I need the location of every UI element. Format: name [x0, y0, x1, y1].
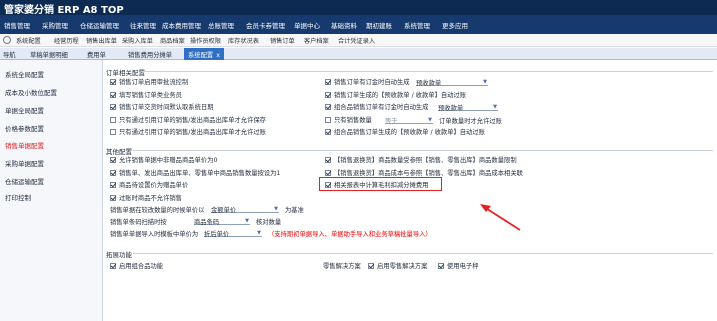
annotation-arrow: [480, 204, 521, 231]
